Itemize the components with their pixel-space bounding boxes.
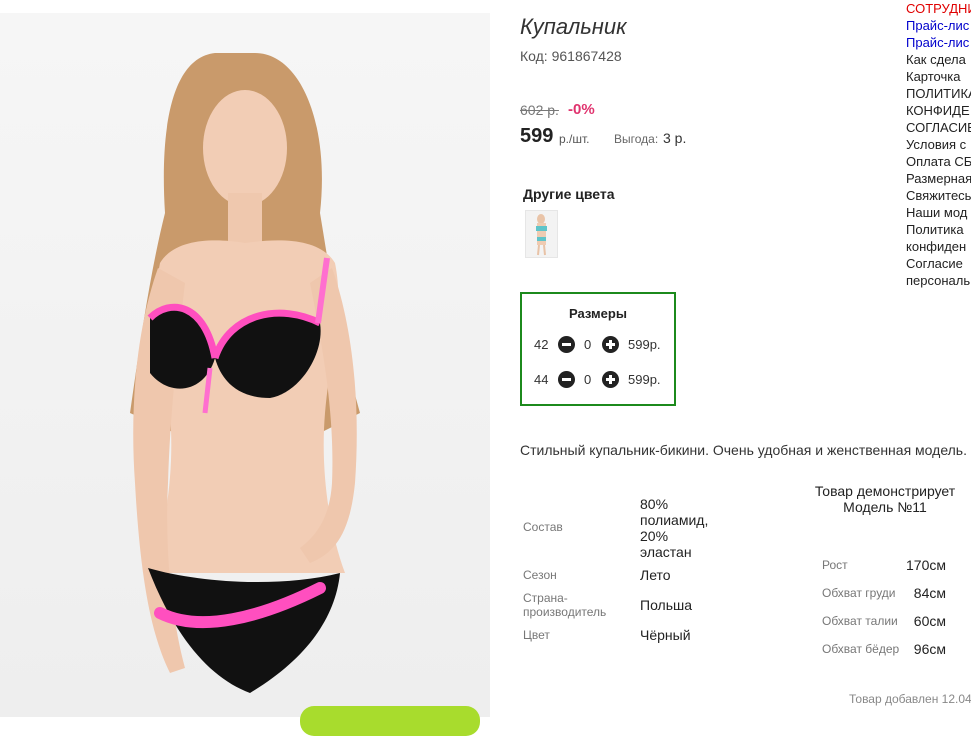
color-variant-thumbnail[interactable] [525, 210, 558, 258]
property-value: Польша [640, 597, 693, 613]
sidebar-item-card[interactable]: Карточка [906, 68, 971, 85]
other-colors-title: Другие цвета [523, 186, 615, 202]
model-heading: Товар демонстрирует Модель №11 [814, 483, 956, 515]
added-date: Товар добавлен 12.04 [849, 692, 971, 706]
benefit-value: 3 р. [663, 130, 687, 146]
model-param-label: Рост [822, 558, 848, 572]
price-unit: р./шт. [559, 132, 590, 146]
discount-badge: -0% [568, 101, 595, 118]
model-param-value: 96см [913, 641, 946, 657]
sizes-title: Размеры [569, 306, 627, 321]
size-label: 42 [534, 337, 549, 352]
model-param-value: 170см [906, 557, 946, 573]
sidebar-item-staff[interactable]: СОТРУДНИ [906, 0, 971, 17]
model-param-label: Обхват бёдер [822, 642, 900, 656]
property-label: Цвет [523, 628, 550, 642]
property-label: Состав [523, 520, 563, 534]
sidebar-item-consent[interactable]: СОГЛАСИЕ [906, 119, 971, 136]
old-price: 602 р. [520, 102, 559, 118]
minus-icon[interactable] [558, 371, 575, 388]
size-label: 44 [534, 372, 549, 387]
plus-icon[interactable] [602, 336, 619, 353]
sidebar-item-policy[interactable]: ПОЛИТИКА [906, 85, 971, 102]
sidebar-item-contact[interactable]: Свяжитесь [906, 187, 971, 204]
minus-icon[interactable] [558, 336, 575, 353]
sidebar-item-terms[interactable]: Условия с [906, 136, 971, 153]
property-value: 80% полиамид, 20% эластан [640, 496, 709, 560]
sidebar-item-pricelist-2[interactable]: Прайс-лис [906, 34, 971, 51]
product-code: Код: 961867428 [520, 48, 622, 64]
sidebar-item-pricelist[interactable]: Прайс-лис [906, 17, 971, 34]
sizes-panel: Размеры 42 0 599р. 44 0 599р. [520, 292, 676, 406]
model-param-label: Обхват груди [822, 586, 896, 600]
quantity-value: 0 [584, 372, 592, 387]
sidebar-item-payment[interactable]: Оплата СБ [906, 153, 971, 170]
sidebar-item-size-chart[interactable]: Размерная [906, 170, 971, 187]
model-param-value: 60см [913, 613, 946, 629]
sidebar-item-privacy-policy-cont[interactable]: конфиден [906, 238, 971, 255]
size-row: 44 0 599р. [532, 369, 672, 391]
product-photo[interactable] [0, 13, 490, 717]
plus-icon[interactable] [602, 371, 619, 388]
quantity-value: 0 [584, 337, 592, 352]
sidebar-item-how-to-order[interactable]: Как сдела [906, 51, 971, 68]
property-value: Чёрный [640, 627, 691, 643]
property-value: Лето [640, 567, 671, 583]
sidebar-item-data-consent[interactable]: Согласие [906, 255, 971, 272]
property-label: Страна-производитель [523, 591, 607, 619]
sidebar-item-data-consent-cont[interactable]: персональ [906, 272, 971, 289]
sidebar-menu: СОТРУДНИ Прайс-лис Прайс-лис Как сдела К… [906, 0, 971, 289]
sidebar-item-models[interactable]: Наши мод [906, 204, 971, 221]
model-param-label: Обхват талии [822, 614, 898, 628]
benefit-label: Выгода: [614, 132, 659, 146]
size-price: 599р. [628, 337, 661, 352]
product-description: Стильный купальник-бикини. Очень удобная… [520, 442, 967, 458]
add-to-cart-button[interactable] [300, 706, 480, 736]
size-price: 599р. [628, 372, 661, 387]
current-price: 599 [520, 125, 554, 147]
sidebar-item-privacy-policy[interactable]: Политика [906, 221, 971, 238]
size-row: 42 0 599р. [532, 334, 672, 356]
sidebar-item-confidentiality[interactable]: КОНФИДЕ [906, 102, 971, 119]
product-title: Купальник [520, 14, 627, 39]
model-param-value: 84см [913, 585, 946, 601]
property-label: Сезон [523, 568, 557, 582]
